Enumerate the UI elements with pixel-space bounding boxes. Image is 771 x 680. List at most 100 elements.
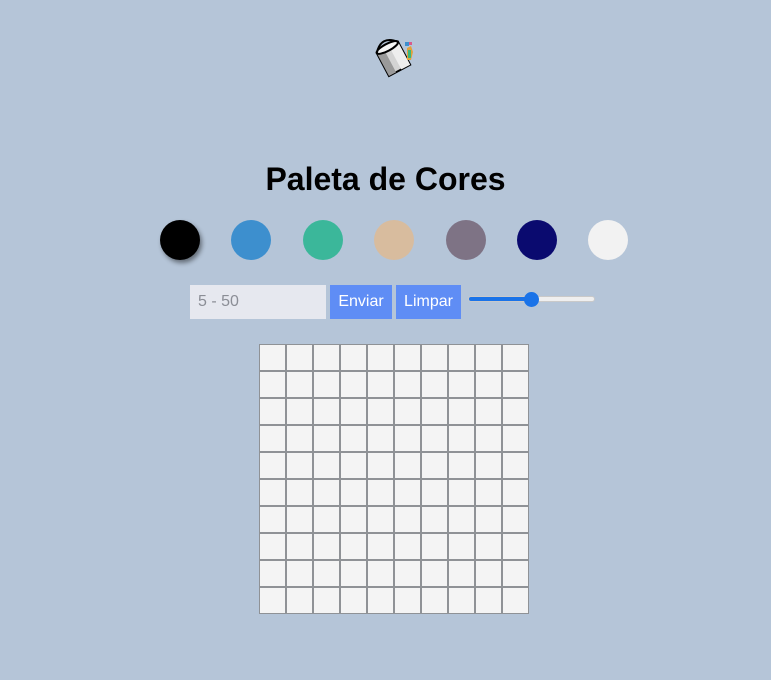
pixel-cell[interactable] — [286, 371, 313, 398]
pixel-cell[interactable] — [340, 506, 367, 533]
pixel-cell[interactable] — [502, 452, 529, 479]
pixel-cell[interactable] — [286, 506, 313, 533]
pixel-cell[interactable] — [502, 344, 529, 371]
pixel-cell[interactable] — [421, 398, 448, 425]
pixel-cell[interactable] — [502, 587, 529, 614]
pixel-cell[interactable] — [259, 452, 286, 479]
pixel-cell[interactable] — [259, 398, 286, 425]
pixel-cell[interactable] — [475, 506, 502, 533]
pixel-cell[interactable] — [367, 506, 394, 533]
pixel-cell[interactable] — [421, 506, 448, 533]
pixel-cell[interactable] — [286, 479, 313, 506]
pixel-cell[interactable] — [259, 560, 286, 587]
pixel-cell[interactable] — [367, 452, 394, 479]
pixel-cell[interactable] — [340, 533, 367, 560]
pixel-cell[interactable] — [313, 371, 340, 398]
color-swatch[interactable] — [445, 220, 486, 260]
pixel-cell[interactable] — [421, 479, 448, 506]
pixel-cell[interactable] — [259, 344, 286, 371]
pixel-cell[interactable] — [259, 587, 286, 614]
board-size-input[interactable] — [190, 285, 326, 319]
pixel-cell[interactable] — [448, 344, 475, 371]
pixel-cell[interactable] — [475, 425, 502, 452]
pixel-cell[interactable] — [340, 479, 367, 506]
pixel-cell[interactable] — [421, 452, 448, 479]
pixel-cell[interactable] — [286, 344, 313, 371]
pixel-cell[interactable] — [475, 371, 502, 398]
color-swatch[interactable] — [302, 220, 343, 260]
pixel-cell[interactable] — [313, 398, 340, 425]
pixel-cell[interactable] — [394, 425, 421, 452]
pixel-cell[interactable] — [313, 587, 340, 614]
pixel-cell[interactable] — [340, 560, 367, 587]
pixel-cell[interactable] — [286, 533, 313, 560]
pixel-cell[interactable] — [475, 560, 502, 587]
pixel-cell[interactable] — [286, 398, 313, 425]
pixel-cell[interactable] — [448, 425, 475, 452]
color-swatch[interactable] — [160, 220, 200, 260]
pixel-cell[interactable] — [448, 560, 475, 587]
pixel-cell[interactable] — [259, 371, 286, 398]
pixel-cell[interactable] — [313, 506, 340, 533]
pixel-cell[interactable] — [340, 452, 367, 479]
pixel-cell[interactable] — [259, 425, 286, 452]
pixel-cell[interactable] — [340, 425, 367, 452]
pixel-cell[interactable] — [367, 560, 394, 587]
pixel-cell[interactable] — [502, 506, 529, 533]
pixel-cell[interactable] — [367, 425, 394, 452]
pixel-cell[interactable] — [367, 533, 394, 560]
pixel-cell[interactable] — [475, 398, 502, 425]
pixel-cell[interactable] — [394, 560, 421, 587]
pixel-cell[interactable] — [475, 533, 502, 560]
pixel-cell[interactable] — [313, 452, 340, 479]
pixel-cell[interactable] — [340, 587, 367, 614]
pixel-cell[interactable] — [475, 587, 502, 614]
pixel-cell[interactable] — [448, 398, 475, 425]
pixel-cell[interactable] — [448, 587, 475, 614]
pixel-cell[interactable] — [286, 587, 313, 614]
pixel-cell[interactable] — [313, 479, 340, 506]
pixel-cell[interactable] — [421, 587, 448, 614]
pixel-cell[interactable] — [448, 506, 475, 533]
pixel-cell[interactable] — [313, 425, 340, 452]
pixel-cell[interactable] — [367, 587, 394, 614]
send-button[interactable]: Enviar — [330, 285, 392, 319]
pixel-cell[interactable] — [475, 479, 502, 506]
pixel-cell[interactable] — [421, 371, 448, 398]
color-swatch[interactable] — [374, 220, 415, 260]
pixel-cell[interactable] — [421, 344, 448, 371]
pixel-cell[interactable] — [394, 398, 421, 425]
pixel-cell[interactable] — [286, 452, 313, 479]
pixel-cell[interactable] — [367, 344, 394, 371]
pixel-cell[interactable] — [448, 533, 475, 560]
pixel-cell[interactable] — [313, 560, 340, 587]
pixel-cell[interactable] — [340, 371, 367, 398]
pixel-cell[interactable] — [475, 344, 502, 371]
pixel-cell[interactable] — [502, 371, 529, 398]
pixel-cell[interactable] — [367, 371, 394, 398]
pixel-cell[interactable] — [367, 398, 394, 425]
color-swatch[interactable] — [588, 220, 629, 260]
pixel-cell[interactable] — [259, 506, 286, 533]
pixel-cell[interactable] — [259, 479, 286, 506]
pixel-cell[interactable] — [394, 452, 421, 479]
pixel-cell[interactable] — [340, 398, 367, 425]
pixel-cell[interactable] — [421, 533, 448, 560]
pixel-cell[interactable] — [448, 452, 475, 479]
pixel-cell[interactable] — [421, 560, 448, 587]
pixel-cell[interactable] — [313, 533, 340, 560]
pixel-cell[interactable] — [502, 533, 529, 560]
pixel-cell[interactable] — [259, 533, 286, 560]
pixel-cell[interactable] — [502, 560, 529, 587]
pixel-cell[interactable] — [394, 506, 421, 533]
size-slider[interactable] — [468, 288, 595, 310]
pixel-cell[interactable] — [502, 425, 529, 452]
pixel-cell[interactable] — [475, 452, 502, 479]
pixel-cell[interactable] — [394, 344, 421, 371]
pixel-cell[interactable] — [394, 479, 421, 506]
pixel-cell[interactable] — [394, 587, 421, 614]
color-swatch[interactable] — [231, 220, 272, 260]
pixel-cell[interactable] — [313, 344, 340, 371]
pixel-cell[interactable] — [394, 371, 421, 398]
pixel-cell[interactable] — [502, 479, 529, 506]
